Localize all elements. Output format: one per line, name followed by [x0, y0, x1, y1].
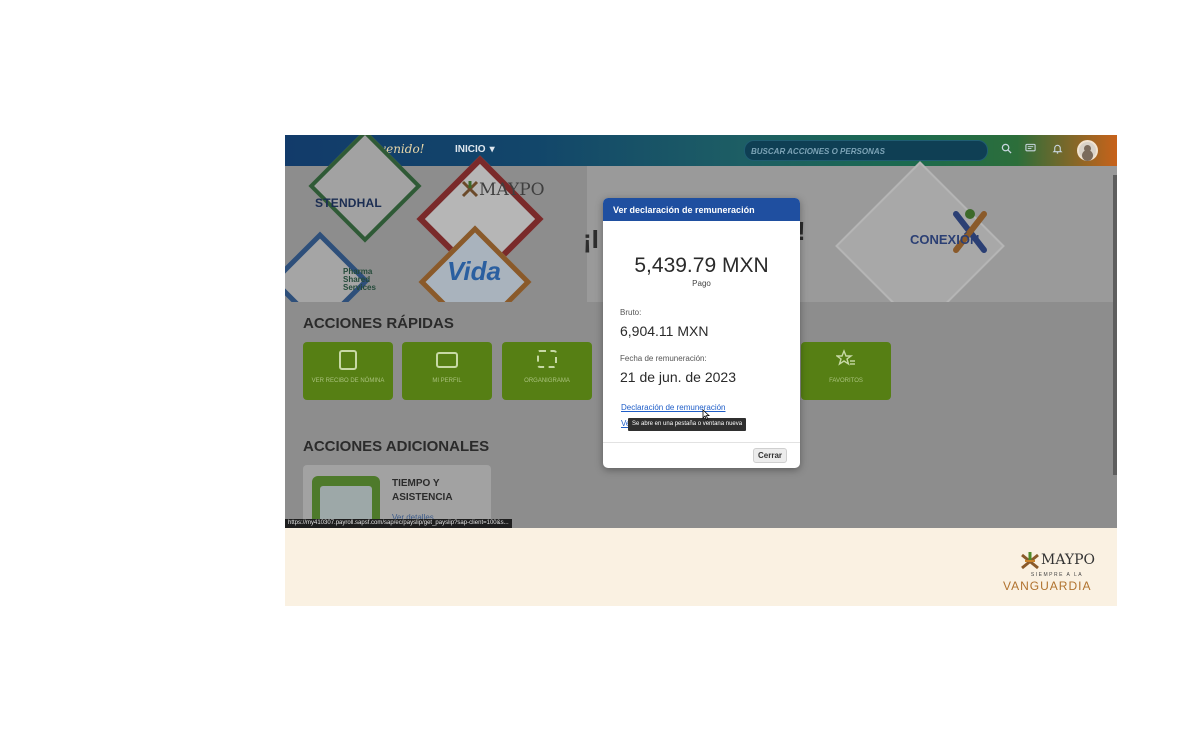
gross-value: 6,904.11 MXN [620, 323, 709, 339]
new-tab-tooltip: Se abre en una pestaña o ventana nueva [628, 418, 747, 431]
close-button[interactable]: Cerrar [753, 448, 787, 463]
tile-label: MI PERFIL [432, 378, 462, 384]
footer-brand: MAYPO [1041, 552, 1096, 568]
app-window: ¡Bienvenido! INICIO ▾ BUSCAR ACCIONES O … [285, 135, 1117, 528]
vida-logo: Vida [447, 256, 501, 286]
profile-card-icon [436, 352, 458, 368]
chevron-down-icon: ▾ [489, 144, 495, 155]
pharma-shared-services-logo: Pharma Shared Services [343, 267, 376, 292]
net-pay-label: Pago [692, 279, 711, 288]
tile-label: VER RECIBO DE NÓMINA [311, 378, 385, 384]
additional-actions-title: ACCIONES ADICIONALES [303, 438, 490, 455]
page-scrollbar[interactable] [1113, 175, 1117, 475]
chat-icon[interactable] [1023, 143, 1037, 157]
quick-actions-title: ACCIONES RÁPIDAS [303, 315, 454, 332]
time-attendance-title: TIEMPO Y ASISTENCIA [392, 478, 453, 503]
bell-icon[interactable] [1050, 143, 1064, 157]
footer-tagline-bottom: VANGUARDIA [1003, 579, 1092, 593]
payslip-icon [339, 350, 357, 370]
brands-collage: STENDHAL MAYPO Pharma Shared Services Vi… [285, 135, 587, 339]
remuneration-dialog: Ver declaración de remuneración 5,439.79… [603, 198, 800, 468]
stendhal-logo: STENDHAL [315, 196, 382, 210]
maypo-vanguardia-logo: MAYPO SIEMPRE A LA VANGUARDIA [1003, 550, 1103, 598]
user-avatar-icon[interactable] [1077, 140, 1098, 161]
tile-org-chart[interactable]: ORGANIGRAMA [502, 342, 592, 400]
nav-home-label: INICIO [455, 144, 486, 155]
maypo-mark-icon [461, 180, 479, 198]
search-icon[interactable] [999, 143, 1013, 157]
pay-date-value: 21 de jun. de 2023 [620, 369, 736, 385]
maypo-mark-icon [1021, 552, 1039, 570]
tile-favorites[interactable]: FAVORITOS [801, 342, 891, 400]
tile-label: ORGANIGRAMA [524, 378, 570, 384]
maypo-logo: MAYPO [479, 180, 545, 200]
tile-profile[interactable]: MI PERFIL [402, 342, 492, 400]
pointer-cursor-icon [702, 409, 710, 420]
org-chart-icon [537, 350, 557, 368]
dialog-title: Ver declaración de remuneración [603, 198, 800, 221]
gross-label: Bruto: [620, 308, 642, 317]
nav-home-menu[interactable]: INICIO ▾ [455, 144, 495, 155]
tile-payslip[interactable]: VER RECIBO DE NÓMINA [303, 342, 393, 400]
favorites-star-icon [836, 349, 855, 366]
net-pay-amount: 5,439.79 MXN [634, 254, 769, 277]
banner-greeting-left: ¡I [583, 224, 599, 254]
tile-label: FAVORITOS [829, 378, 863, 384]
footer-tagline-top: SIEMPRE A LA [1030, 572, 1084, 578]
pay-date-label: Fecha de remuneración: [620, 354, 707, 363]
top-header: ¡Bienvenido! INICIO ▾ BUSCAR ACCIONES O … [285, 135, 1117, 166]
brand-footer: MAYPO SIEMPRE A LA VANGUARDIA [285, 528, 1117, 606]
dialog-divider [603, 442, 800, 443]
search-input[interactable]: BUSCAR ACCIONES O PERSONAS [744, 140, 988, 161]
conexion-logo: CONEXIÓN [910, 232, 980, 247]
status-url-bar: https://my410307.payroll.sapsf.com/sap/e… [285, 519, 512, 528]
